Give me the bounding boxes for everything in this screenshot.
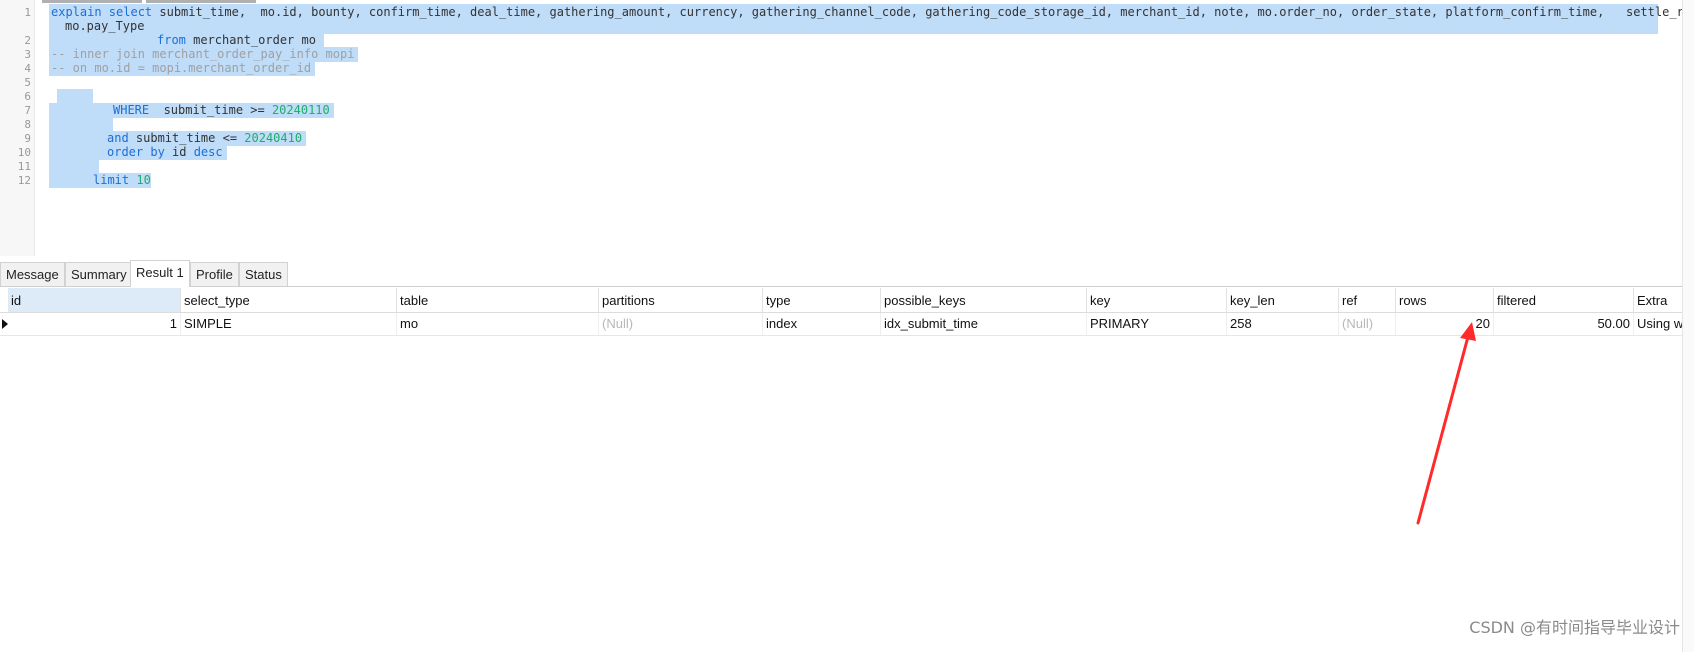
column-header-ref[interactable]: ref [1339,288,1396,312]
line-number: 9 [24,132,31,145]
line-number: 12 [17,174,31,187]
sql-keyword: WHERE [113,103,150,117]
cell-key[interactable]: PRIMARY [1087,313,1227,335]
sql-text: submit_time >= [149,103,272,117]
cell-id[interactable]: 1 [8,313,181,335]
line-number: 5 [24,76,31,89]
sql-keyword: and [107,131,129,145]
line-number: 1 [24,6,31,19]
code-line-2: from merchant_order mo [49,33,324,48]
cell-table[interactable]: mo [397,313,599,335]
code-line-4-comment: -- on mo.id = mopi.merchant_order_id [49,61,316,76]
tab-profile[interactable]: Profile [190,262,239,286]
column-header-extra[interactable]: Extra [1634,288,1682,312]
line-number: 11 [17,160,31,173]
column-header-filtered[interactable]: filtered [1494,288,1634,312]
line-number: 4 [24,62,31,75]
column-header-id[interactable]: id [8,288,181,312]
line-number: 8 [24,118,31,131]
column-header-select-type[interactable]: select_type [181,288,397,312]
column-header-key-len[interactable]: key_len [1227,288,1339,312]
column-header-table[interactable]: table [397,288,599,312]
watermark-text: CSDN @有时间指导毕业设计 [1469,618,1680,637]
column-header-partitions[interactable]: partitions [599,288,763,312]
cell-extra[interactable]: Using w [1634,313,1682,335]
line-number: 10 [17,146,31,159]
line-number: 2 [24,34,31,47]
cell-type[interactable]: index [763,313,881,335]
column-header-key[interactable]: key [1087,288,1227,312]
sql-number: 10 [136,173,151,187]
cell-possible-keys[interactable]: idx_submit_time [881,313,1087,335]
line-number: 3 [24,48,31,61]
sql-text: merchant_order mo [185,33,316,47]
vertical-scrollbar[interactable] [1682,0,1694,652]
sql-keyword: order by [107,145,165,159]
code-line-11-blank [49,159,99,174]
grid-header: id select_type table partitions type pos… [0,288,1682,313]
tab-message[interactable]: Message [0,262,65,286]
cell-select-type[interactable]: SIMPLE [181,313,397,335]
sql-text: submit_time, mo.id, bounty, confirm_time… [152,5,1694,19]
tab-status[interactable]: Status [239,262,288,286]
code-line-1-wrap: mo.pay_Type [49,19,155,34]
cell-filtered[interactable]: 50.00 [1494,313,1634,335]
code-line-1: explain select submit_time, mo.id, bount… [51,5,1694,20]
sql-keyword: desc [193,145,223,159]
sql-text: submit_time <= [128,131,245,145]
code-line-9: and submit_time <= 20240410 [49,131,307,146]
sql-keyword: from [157,33,186,47]
table-row[interactable]: 1 SIMPLE mo (Null) index idx_submit_time… [0,313,1682,336]
line-number-gutter: 1 2 3 4 5 6 7 8 9 10 11 12 [0,0,35,256]
sql-editor[interactable]: 1 2 3 4 5 6 7 8 9 10 11 12 explain selec… [0,0,1694,256]
cell-rows[interactable]: 20 [1396,313,1494,335]
code-line-7: WHERE submit_time >= 20240110 [49,103,334,118]
column-header-type[interactable]: type [763,288,881,312]
code-line-8-blank [49,117,113,132]
sql-text: id [164,145,194,159]
code-line-12: limit 10 [49,173,151,188]
column-header-possible-keys[interactable]: possible_keys [881,288,1087,312]
sql-keyword: explain select [51,5,153,19]
line-number: 6 [24,90,31,103]
column-header-rows[interactable]: rows [1396,288,1494,312]
tab-result-1[interactable]: Result 1 [130,260,190,287]
cell-partitions[interactable]: (Null) [599,313,763,335]
cell-ref[interactable]: (Null) [1339,313,1396,335]
code-line-10: order by id desc [49,145,227,160]
cell-key-len[interactable]: 258 [1227,313,1339,335]
code-line-6-blank [57,89,93,104]
code-line-3-comment: -- inner join merchant_order_pay_info mo… [49,47,359,62]
tab-summary[interactable]: Summary [65,262,133,286]
sql-number: 20240110 [271,103,330,117]
sql-keyword: limit [93,173,130,187]
line-number: 7 [24,104,31,117]
result-tab-bar: Message Summary Result 1 Profile Status [0,258,1682,287]
sql-number: 20240410 [244,131,303,145]
